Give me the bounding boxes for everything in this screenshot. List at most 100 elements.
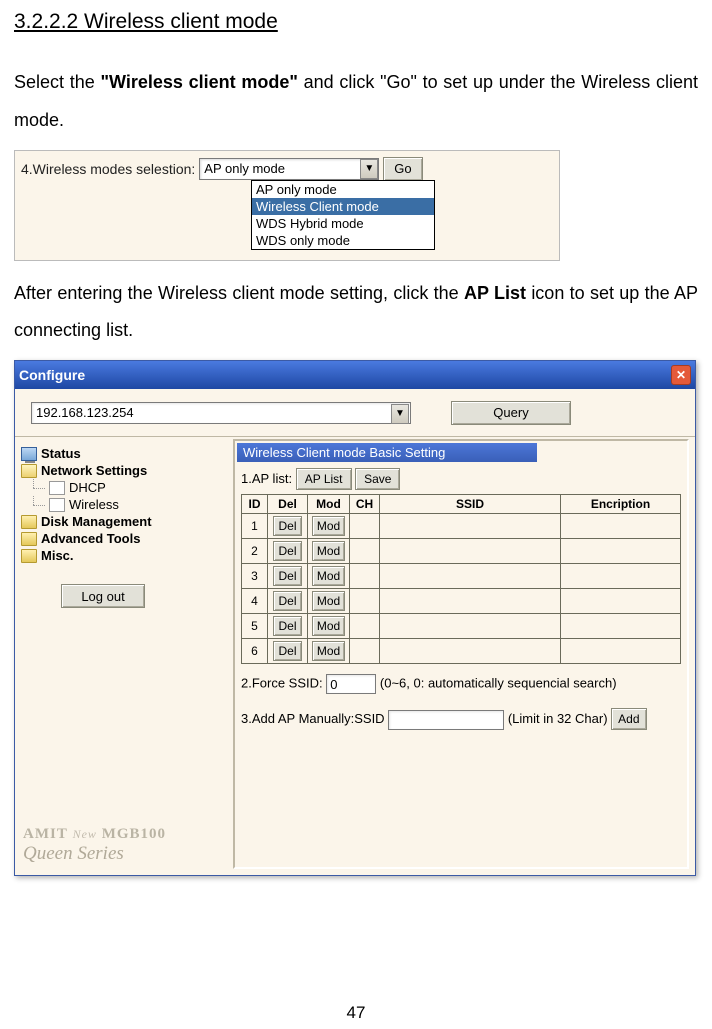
- save-button[interactable]: Save: [355, 468, 400, 490]
- add-ap-hint: (Limit in 32 Char): [508, 711, 608, 726]
- add-button[interactable]: Add: [611, 708, 646, 730]
- cell-id: 6: [242, 639, 268, 664]
- brand-mark: AMIT New MGB100 Queen Series: [23, 826, 166, 865]
- sidebar-item-dhcp[interactable]: DHCP: [21, 479, 227, 496]
- cell-enc: [561, 514, 681, 539]
- force-ssid-input[interactable]: 0: [326, 674, 376, 694]
- folder-icon: [21, 515, 37, 529]
- table-row: 4 Del Mod: [242, 589, 681, 614]
- cell-ssid: [380, 514, 561, 539]
- page-number: 47: [0, 1003, 712, 1023]
- query-button[interactable]: Query: [451, 401, 571, 425]
- del-button[interactable]: Del: [273, 541, 301, 561]
- th-mod: Mod: [308, 495, 350, 514]
- mod-button[interactable]: Mod: [312, 541, 345, 561]
- cell-ch: [350, 514, 380, 539]
- table-row: 5 Del Mod: [242, 614, 681, 639]
- address-value: 192.168.123.254: [36, 405, 134, 420]
- go-button[interactable]: Go: [383, 157, 422, 181]
- window-title: Configure: [19, 367, 85, 383]
- cell-id: 2: [242, 539, 268, 564]
- table-row: 3 Del Mod: [242, 564, 681, 589]
- mode-select[interactable]: AP only mode ▼: [199, 158, 379, 180]
- mod-button[interactable]: Mod: [312, 641, 345, 661]
- window-titlebar: Configure ✕: [15, 361, 695, 389]
- monitor-icon: [21, 447, 37, 461]
- mode-dropdown[interactable]: AP only mode Wireless Client mode WDS Hy…: [251, 180, 435, 250]
- table-header-row: ID Del Mod CH SSID Encription: [242, 495, 681, 514]
- mode-label: 4.Wireless modes selestion:: [21, 161, 195, 177]
- screenshot-configure-window: Configure ✕ 192.168.123.254 ▼ Query Stat…: [14, 360, 696, 876]
- th-del: Del: [268, 495, 308, 514]
- del-button[interactable]: Del: [273, 616, 301, 636]
- section-bar: Wireless Client mode Basic Setting: [237, 443, 537, 462]
- mode-option-2[interactable]: WDS Hybrid mode: [252, 215, 434, 232]
- page-icon: [49, 481, 65, 495]
- table-row: 1 Del Mod: [242, 514, 681, 539]
- mod-button[interactable]: Mod: [312, 616, 345, 636]
- sidebar-label: Disk Management: [41, 514, 152, 529]
- ap-table: ID Del Mod CH SSID Encription 1 Del Mod: [241, 494, 681, 664]
- sidebar-label: Network Settings: [41, 463, 147, 478]
- sidebar-item-wireless[interactable]: Wireless: [21, 496, 227, 513]
- paragraph-2: After entering the Wireless client mode …: [14, 275, 698, 351]
- add-ap-label: 3.Add AP Manually:SSID: [241, 711, 385, 726]
- mod-button[interactable]: Mod: [312, 516, 345, 536]
- sidebar-item-status[interactable]: Status: [21, 445, 227, 462]
- del-button[interactable]: Del: [273, 591, 301, 611]
- row-add-ap: 3.Add AP Manually:SSID (Limit in 32 Char…: [241, 704, 681, 730]
- logout-button[interactable]: Log out: [61, 584, 145, 608]
- sidebar-item-disk[interactable]: Disk Management: [21, 513, 227, 530]
- close-icon[interactable]: ✕: [671, 365, 691, 385]
- add-ap-ssid-input[interactable]: [388, 710, 504, 730]
- mode-option-3[interactable]: WDS only mode: [252, 232, 434, 249]
- table-row: 2 Del Mod: [242, 539, 681, 564]
- address-input[interactable]: 192.168.123.254 ▼: [31, 402, 411, 424]
- cell-id: 4: [242, 589, 268, 614]
- sidebar-label: Advanced Tools: [41, 531, 140, 546]
- brand-2: Queen Series: [23, 843, 166, 865]
- sidebar-item-misc[interactable]: Misc.: [21, 547, 227, 564]
- screenshot-mode-select: 4.Wireless modes selestion: AP only mode…: [14, 150, 560, 261]
- folder-open-icon: [21, 464, 37, 478]
- page-icon: [49, 498, 65, 512]
- mod-button[interactable]: Mod: [312, 591, 345, 611]
- th-ch: CH: [350, 495, 380, 514]
- brand-1a: AMIT: [23, 826, 68, 842]
- row-force-ssid: 2.Force SSID: 0 (0~6, 0: automatically s…: [241, 674, 681, 694]
- sidebar-label: DHCP: [69, 480, 106, 495]
- th-enc: Encription: [561, 495, 681, 514]
- del-button[interactable]: Del: [273, 566, 301, 586]
- chevron-down-icon[interactable]: ▼: [391, 404, 409, 424]
- aplist-button[interactable]: AP List: [296, 468, 352, 490]
- sidebar-item-adv[interactable]: Advanced Tools: [21, 530, 227, 547]
- table-row: 6 Del Mod: [242, 639, 681, 664]
- address-bar-row: 192.168.123.254 ▼ Query: [15, 389, 695, 437]
- folder-icon: [21, 549, 37, 563]
- aplist-label: 1.AP list:: [241, 471, 292, 486]
- mod-button[interactable]: Mod: [312, 566, 345, 586]
- cell-id: 3: [242, 564, 268, 589]
- th-ssid: SSID: [380, 495, 561, 514]
- brand-1b: New: [73, 827, 97, 841]
- del-button[interactable]: Del: [273, 516, 301, 536]
- main-panel: Wireless Client mode Basic Setting 1.AP …: [233, 437, 695, 875]
- p1-bold: "Wireless client mode": [100, 72, 297, 92]
- sidebar-label: Wireless: [69, 497, 119, 512]
- p2-a: After entering the Wireless client mode …: [14, 283, 464, 303]
- folder-icon: [21, 532, 37, 546]
- chevron-down-icon[interactable]: ▼: [360, 159, 378, 179]
- sidebar-item-network[interactable]: Network Settings: [21, 462, 227, 479]
- mode-option-0[interactable]: AP only mode: [252, 181, 434, 198]
- cell-id: 1: [242, 514, 268, 539]
- p2-bold: AP List: [464, 283, 526, 303]
- paragraph-1: Select the "Wireless client mode" and cl…: [14, 64, 698, 140]
- mode-option-1[interactable]: Wireless Client mode: [252, 198, 434, 215]
- section-heading: 3.2.2.2 Wireless client mode: [14, 10, 698, 34]
- sidebar: Status Network Settings DHCP Wireless Di…: [15, 437, 233, 875]
- del-button[interactable]: Del: [273, 641, 301, 661]
- cell-id: 5: [242, 614, 268, 639]
- p1-a: Select the: [14, 72, 100, 92]
- th-id: ID: [242, 495, 268, 514]
- force-ssid-label: 2.Force SSID:: [241, 676, 323, 691]
